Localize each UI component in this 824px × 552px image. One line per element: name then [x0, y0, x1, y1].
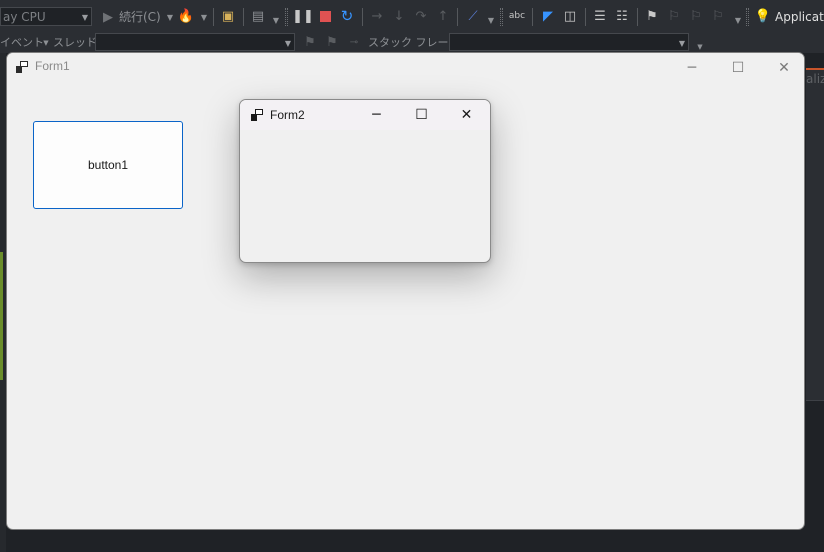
play-icon[interactable]: ▶	[100, 9, 116, 25]
toolbar-separator	[362, 8, 363, 26]
chevron-down-icon: ▼	[81, 13, 88, 22]
maximize-icon: ☐	[415, 107, 428, 123]
step-over-icon[interactable]: ↷	[413, 8, 429, 24]
app-icon	[251, 109, 263, 121]
toolbar-grip[interactable]	[500, 8, 503, 26]
ide-right-panel	[806, 70, 824, 401]
toolbar-separator	[213, 8, 214, 26]
toolbar-separator	[585, 8, 586, 26]
step-into-icon[interactable]: ↓	[391, 8, 407, 24]
application-insights-button[interactable]: Applicati	[775, 9, 824, 25]
continue-button[interactable]: 続行(C)	[119, 9, 161, 25]
form2-close-button[interactable]: ✕	[444, 100, 489, 130]
diagnostics-icon[interactable]: ⟋	[465, 8, 481, 24]
select-element-icon[interactable]: ◤	[540, 8, 556, 24]
chevron-down-icon[interactable]: ▼	[162, 9, 178, 25]
close-icon: ✕	[460, 107, 473, 123]
form1-title: Form1	[35, 59, 70, 73]
ide-active-tab-indicator	[806, 68, 824, 70]
bookmark-prev-icon[interactable]: ⚐	[666, 8, 682, 24]
chevron-down-icon[interactable]: ▼	[196, 9, 212, 25]
form2-titlebar[interactable]: Form2 ─ ☐ ✕	[240, 100, 490, 130]
form2-window: Form2 ─ ☐ ✕	[239, 99, 491, 263]
show-next-statement-icon[interactable]: →	[369, 8, 385, 24]
window-layout-icon[interactable]: ▤	[250, 8, 266, 24]
form2-minimize-button[interactable]: ─	[354, 100, 399, 130]
outdent-icon[interactable]: ☷	[614, 8, 630, 24]
chevron-down-icon[interactable]: ▼	[483, 12, 499, 28]
button1[interactable]: button1	[33, 121, 183, 209]
ide-change-indicator	[0, 252, 3, 380]
platform-combo[interactable]: ay CPU ▼	[0, 7, 92, 26]
folder-search-icon[interactable]: ▣	[220, 8, 236, 24]
live-tree-icon[interactable]: ◫	[562, 8, 578, 24]
toolbar-separator	[243, 8, 244, 26]
indent-icon[interactable]: ☰	[592, 8, 608, 24]
bookmark-next-icon[interactable]: ⚐	[688, 8, 704, 24]
stop-icon[interactable]	[317, 8, 333, 24]
form2-maximize-button[interactable]: ☐	[399, 100, 444, 130]
flag-icon[interactable]: ⚑	[302, 34, 318, 50]
stack-frame-combo[interactable]: ▼	[449, 33, 689, 51]
ide-right-panel-text: aliz	[806, 72, 824, 86]
hot-reload-icon[interactable]: 🔥	[178, 8, 194, 24]
chevron-down-icon[interactable]: ▼	[38, 35, 54, 51]
form2-title: Form2	[270, 108, 305, 122]
spell-check-icon[interactable]: abc	[509, 8, 525, 24]
minimize-icon: ─	[687, 60, 697, 76]
toolbar-separator	[637, 8, 638, 26]
thread-label: スレッド:	[53, 36, 101, 49]
toolbar-grip[interactable]	[746, 8, 749, 26]
close-icon: ✕	[778, 60, 790, 76]
chevron-down-icon: ▼	[284, 39, 291, 48]
form1-close-button[interactable]: ✕	[761, 53, 804, 83]
maximize-icon: ☐	[731, 60, 745, 76]
thread-combo[interactable]: ▼	[95, 33, 295, 51]
chevron-down-icon: ▼	[678, 39, 685, 48]
bookmark-icon[interactable]: ⚑	[644, 8, 660, 24]
form1-minimize-button[interactable]: ─	[669, 53, 715, 83]
toolbar-grip[interactable]	[285, 8, 288, 26]
ide-toolbar: ay CPU ▼ ▶ 続行(C) ▼ 🔥 ▼ ▣ ▤ ▼ ❚❚ ↻ → ↓ ↷ …	[0, 0, 824, 34]
form1-maximize-button[interactable]: ☐	[715, 53, 761, 83]
minimize-icon: ─	[372, 107, 381, 123]
stack-icon[interactable]: ⊸	[346, 34, 362, 50]
form1-titlebar[interactable]: Form1 ─ ☐ ✕	[7, 53, 804, 83]
chevron-down-icon[interactable]: ▼	[730, 12, 746, 28]
app-icon	[16, 61, 28, 73]
flag-thread-icon[interactable]: ⚑	[324, 34, 340, 50]
toolbar-separator	[532, 8, 533, 26]
step-out-icon[interactable]: ↑	[435, 8, 451, 24]
debug-location-toolbar: イベント ▼ スレッド: ▼ ⚑ ⚑ ⊸ スタック フレーム: ▼ ▼	[0, 33, 824, 53]
platform-combo-value: ay CPU	[3, 10, 46, 24]
toolbar-separator	[457, 8, 458, 26]
pause-icon[interactable]: ❚❚	[292, 8, 314, 24]
chevron-down-icon[interactable]: ▼	[268, 12, 284, 28]
restart-icon[interactable]: ↻	[339, 7, 355, 25]
lightbulb-icon[interactable]: 💡	[755, 8, 771, 24]
bookmark-clear-icon[interactable]: ⚐	[710, 8, 726, 24]
